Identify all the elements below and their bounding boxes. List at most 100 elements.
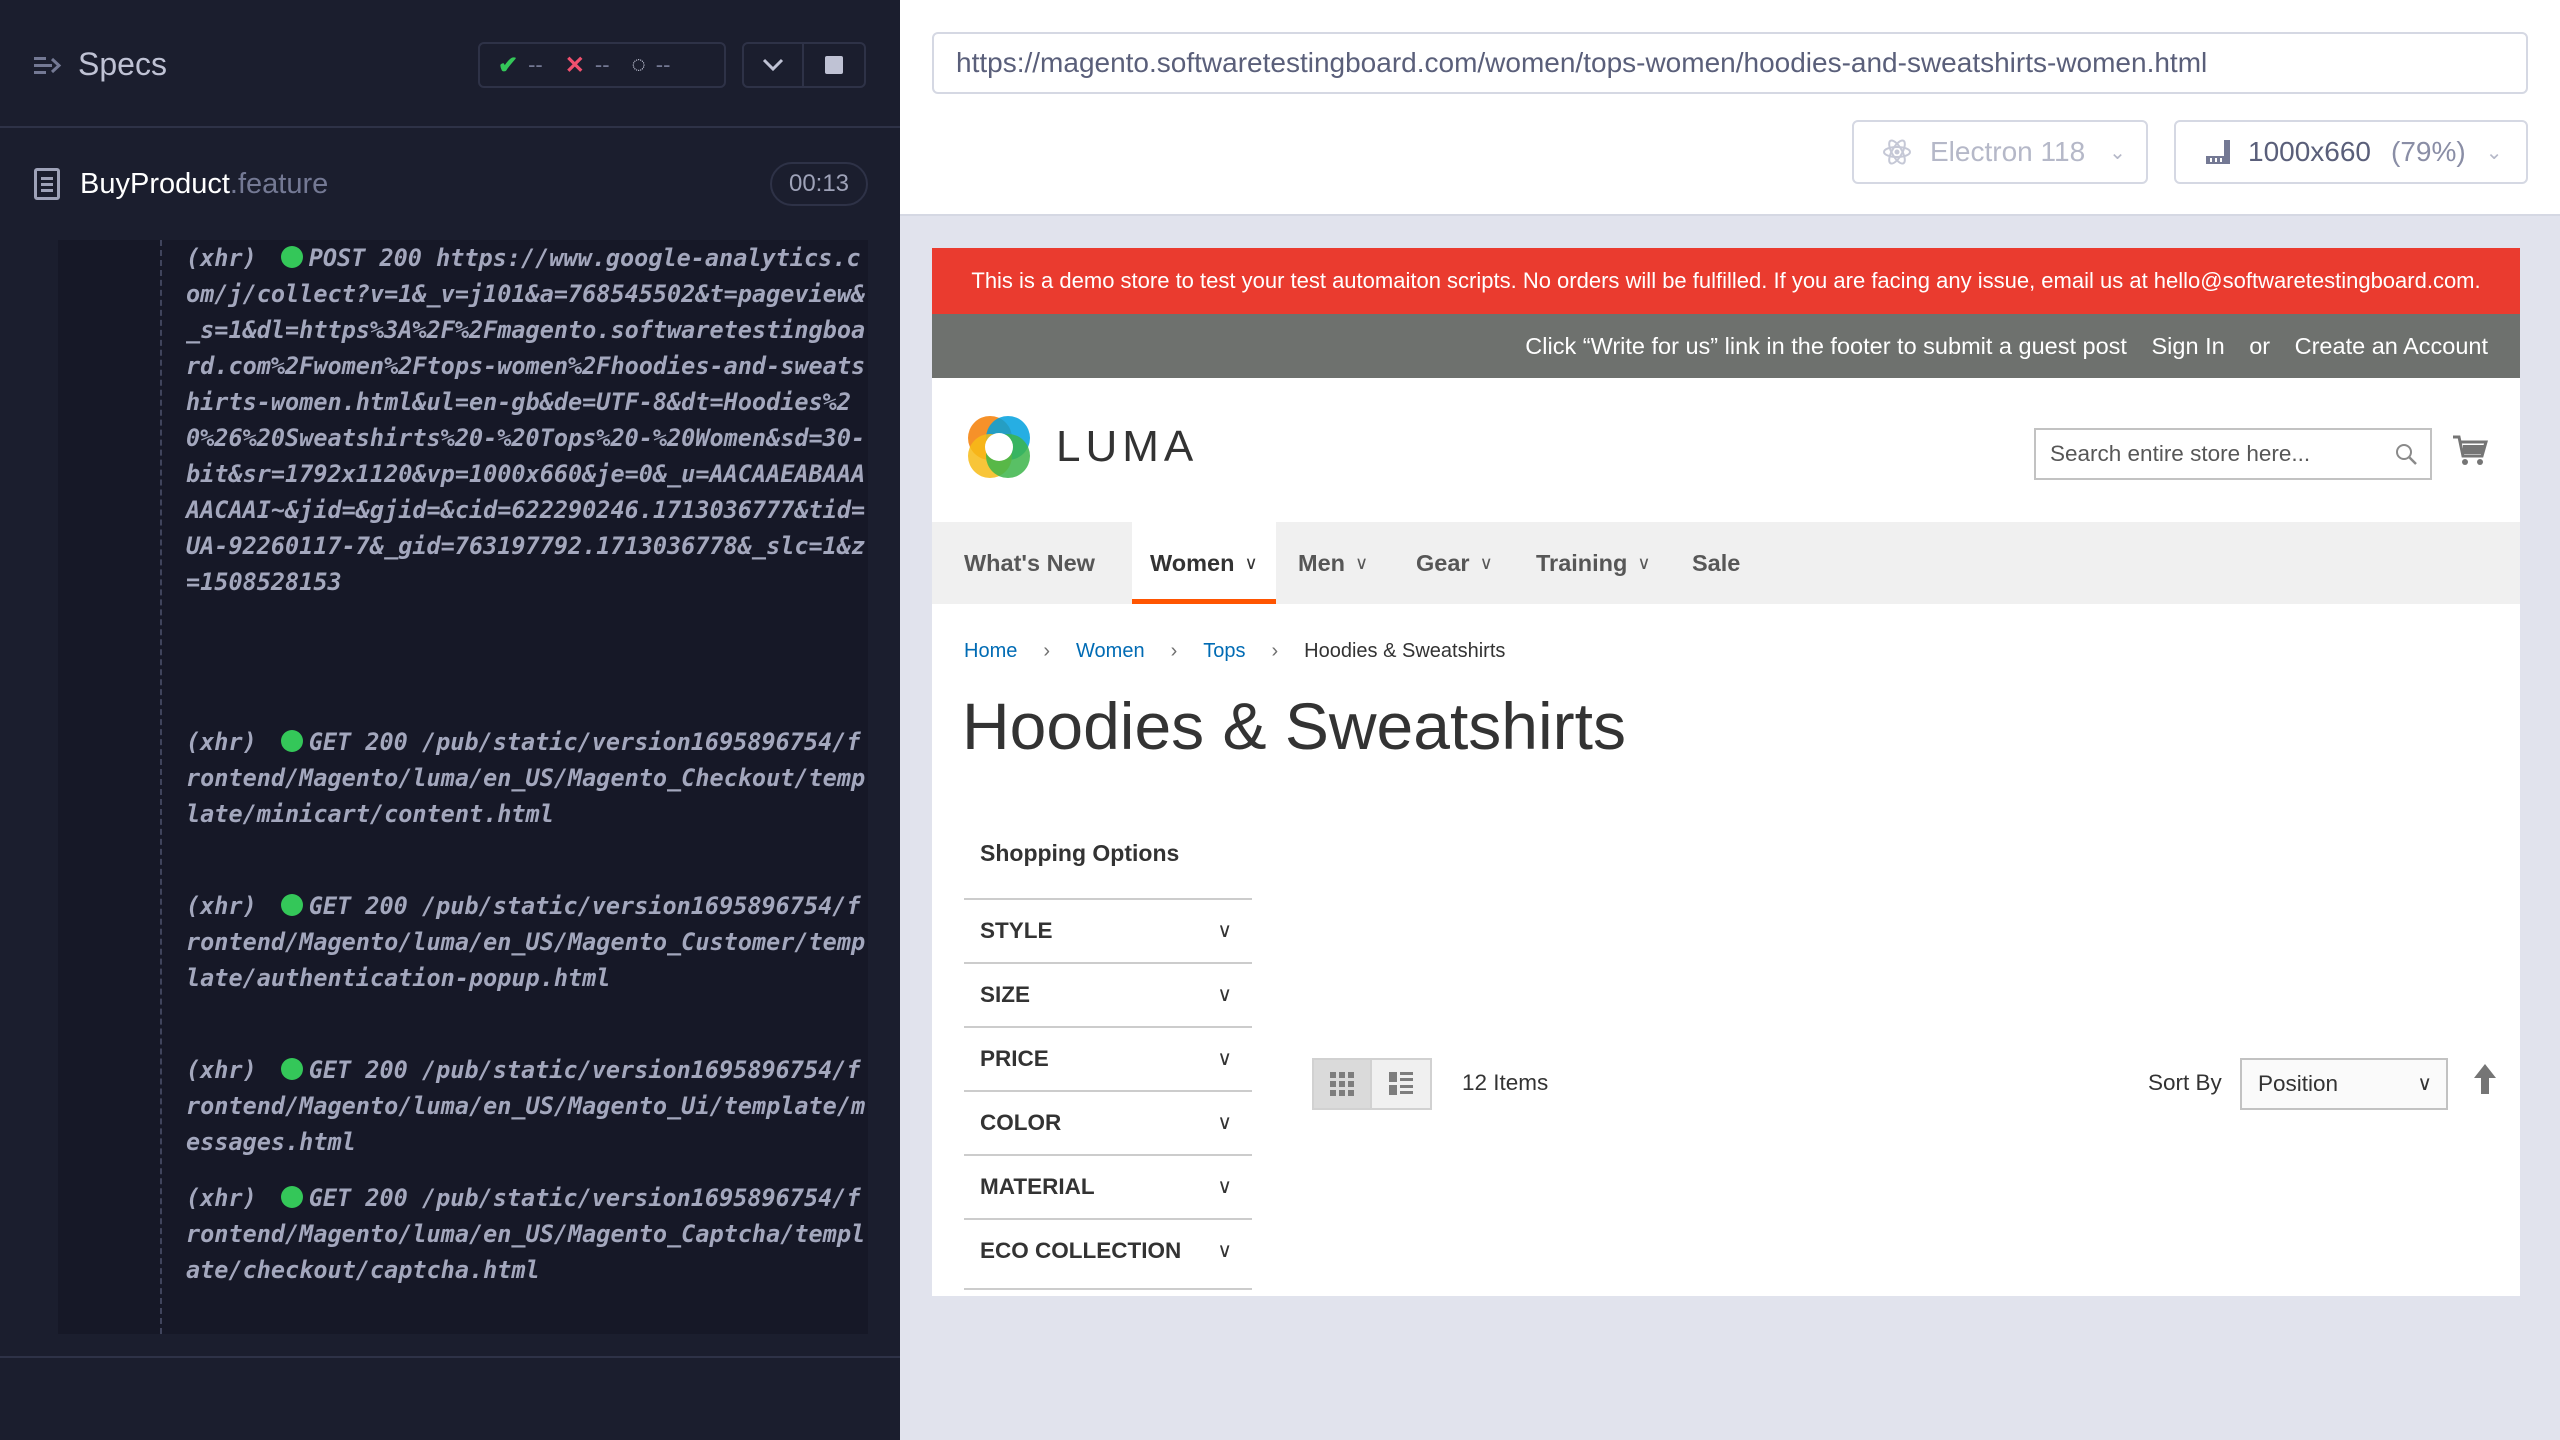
log-entry[interactable]: (xhr) GET 200 /pub/static/version16958967… [186, 1052, 866, 1160]
nav-label: Sale [1692, 550, 1741, 576]
ruler-icon [2206, 140, 2230, 164]
command-log[interactable]: (xhr) POST 200 https://www.google-analyti… [58, 240, 868, 1334]
log-method: POST 200 [308, 244, 422, 272]
chevron-down-icon: ⌄ [2485, 141, 2503, 164]
divider [964, 1288, 1252, 1290]
nav-item-men[interactable]: Men ∨ [1298, 522, 1368, 604]
runner-options-button[interactable] [742, 42, 804, 88]
chevron-down-icon: ∨ [1479, 553, 1493, 573]
luma-logo[interactable]: LUMA [964, 412, 1198, 482]
grid-icon [1330, 1072, 1354, 1096]
chevron-down-icon: ∨ [2417, 1073, 2432, 1095]
log-method: GET 200 [308, 1056, 408, 1084]
main-nav: What's New Women ∨ Men ∨ Gear ∨ Training ∨ S… [932, 522, 2520, 604]
nav-item-training[interactable]: Training ∨ [1536, 522, 1651, 604]
nav-label: Gear [1416, 550, 1470, 576]
demo-notice: This is a demo store to test your test a… [932, 248, 2520, 314]
breadcrumb-tops[interactable]: Tops [1203, 640, 1245, 663]
test-stats: ✔ -- ✕ -- ◌ -- [478, 42, 726, 88]
filter-label: ECO COLLECTION [980, 1238, 1182, 1263]
filter-price[interactable]: PRICE ∨ [964, 1026, 1252, 1090]
nav-item-gear[interactable]: Gear ∨ [1416, 522, 1493, 604]
passed-stat: ✔ -- [498, 51, 543, 80]
log-entry[interactable]: (xhr) GET 200 /pub/static/version16958967… [186, 724, 866, 832]
pending-count: -- [655, 52, 671, 77]
breadcrumb-home[interactable]: Home [964, 640, 1017, 663]
chevron-down-icon: ∨ [1217, 1240, 1232, 1262]
view-mode-switcher [1312, 1058, 1432, 1110]
spec-ext: .feature [229, 168, 329, 200]
chevron-down-icon: ∨ [1217, 984, 1232, 1006]
chevron-down-icon: ∨ [1637, 553, 1651, 573]
url-bar[interactable]: https://magento.softwaretestingboard.com… [932, 32, 2528, 94]
breadcrumb-women[interactable]: Women [1076, 640, 1145, 663]
grid-view-button[interactable] [1312, 1058, 1372, 1110]
items-count: 12 Items [1462, 1070, 1549, 1095]
chevron-right-icon: › [1043, 640, 1051, 662]
electron-icon [1883, 139, 1911, 165]
passed-count: -- [528, 52, 543, 77]
check-icon: ✔ [498, 51, 519, 79]
list-view-button[interactable] [1372, 1058, 1432, 1110]
specs-list-icon[interactable] [32, 50, 62, 80]
log-type: (xhr) [186, 728, 257, 756]
sort-select[interactable]: Position ∨ [2240, 1058, 2448, 1110]
run-timer: 00:13 [770, 162, 868, 206]
spec-name: BuyProduct [80, 168, 230, 200]
log-method: GET 200 [308, 728, 408, 756]
specs-header: Specs ✔ -- ✕ -- ◌ -- [0, 0, 900, 128]
chevron-down-icon: ∨ [1244, 553, 1258, 573]
specs-title[interactable]: Specs [78, 46, 167, 83]
status-dot-icon [280, 246, 303, 268]
log-entry[interactable]: (xhr) POST 200 https://www.google-analyti… [186, 240, 866, 600]
filter-label: SIZE [980, 982, 1031, 1007]
filter-material[interactable]: MATERIAL ∨ [964, 1154, 1252, 1218]
logo-text: LUMA [1056, 422, 1199, 471]
browser-selector[interactable]: Electron 118 ⌄ [1852, 120, 2148, 184]
filter-label: MATERIAL [980, 1174, 1095, 1199]
sort-label: Sort By [2148, 1070, 2222, 1095]
filter-label: COLOR [980, 1110, 1062, 1135]
nav-label: Women [1150, 550, 1235, 576]
breadcrumb: Home › Women › Tops › Hoodies & Sweatshi… [964, 640, 1505, 663]
filter-size[interactable]: SIZE ∨ [964, 962, 1252, 1026]
chevron-right-icon: › [1170, 640, 1178, 662]
filter-label: PRICE [980, 1046, 1049, 1071]
search-input[interactable]: Search entire store here... [2034, 428, 2432, 480]
filter-color[interactable]: COLOR ∨ [964, 1090, 1252, 1154]
search-icon[interactable] [2394, 442, 2418, 466]
log-entry[interactable]: (xhr) GET 200 /pub/static/version16958967… [186, 1180, 866, 1288]
log-type: (xhr) [186, 244, 257, 272]
filter-style[interactable]: STYLE ∨ [964, 898, 1252, 962]
stop-icon [825, 56, 843, 74]
viewport-selector[interactable]: 1000x660 (79%) ⌄ [2174, 120, 2528, 184]
log-gutter-line [160, 240, 162, 1334]
viewport-size: 1000x660 [2248, 136, 2372, 167]
header-panel: Click “Write for us” link in the footer … [932, 314, 2520, 378]
zoom-level: (79%) [2391, 136, 2466, 167]
create-account-link[interactable]: Create an Account [2295, 333, 2488, 359]
log-entry[interactable]: (xhr) GET 200 /pub/static/version16958967… [186, 888, 866, 996]
nav-item-whats-new[interactable]: What's New [964, 522, 1095, 604]
breadcrumb-current: Hoodies & Sweatshirts [1304, 640, 1506, 662]
nav-label: What's New [964, 550, 1095, 576]
status-dot-icon [280, 1186, 303, 1208]
nav-item-sale[interactable]: Sale [1692, 522, 1740, 604]
or-text: or [2249, 333, 2271, 359]
log-method: GET 200 [308, 892, 408, 920]
cross-icon: ✕ [564, 51, 585, 79]
filter-eco-collection[interactable]: ECO COLLECTION ∨ [964, 1218, 1252, 1282]
browser-topbar: https://magento.softwaretestingboard.com… [900, 0, 2560, 216]
chevron-right-icon: › [1271, 640, 1279, 662]
sign-in-link[interactable]: Sign In [2152, 333, 2225, 359]
stop-button[interactable] [804, 42, 866, 88]
list-icon [1389, 1072, 1413, 1095]
sort-direction-arrow-icon[interactable] [2472, 1062, 2498, 1096]
chevron-down-icon: ∨ [1217, 1048, 1232, 1070]
spec-file-name: BuyProduct.feature [80, 168, 328, 201]
spec-file-row[interactable]: BuyProduct.feature 00:13 [0, 150, 900, 220]
log-type: (xhr) [186, 892, 257, 920]
nav-item-women[interactable]: Women ∨ [1132, 522, 1276, 604]
sort-value: Position [2258, 1071, 2339, 1096]
cart-icon[interactable] [2452, 434, 2488, 468]
